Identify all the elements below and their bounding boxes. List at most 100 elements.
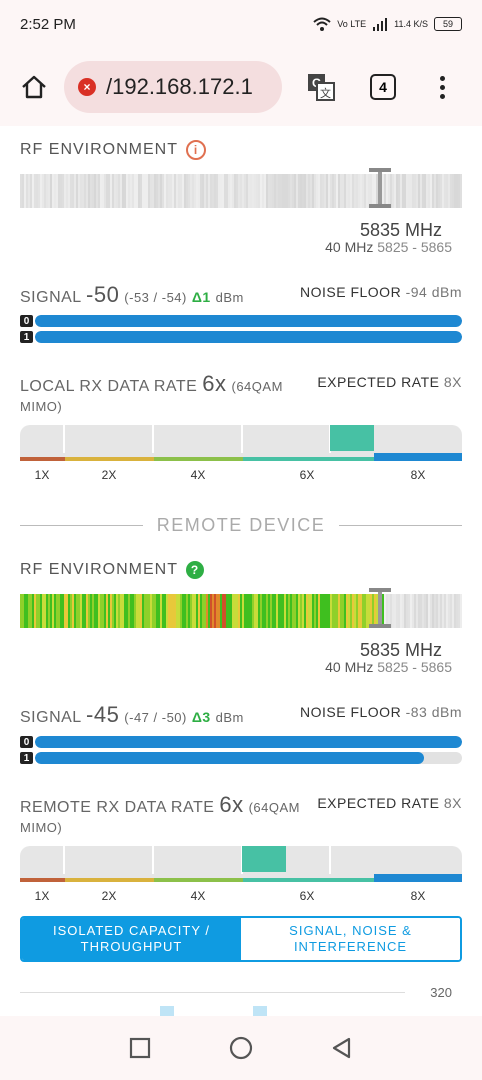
spectrum-stripe — [226, 594, 228, 628]
home-circle-icon[interactable] — [229, 1036, 253, 1060]
rate-underline-2x — [65, 878, 154, 882]
overflow-menu-icon[interactable] — [432, 75, 452, 99]
spectrum-stripe — [356, 174, 358, 208]
spectrum-stripe — [254, 174, 256, 208]
spectrum-stripe — [418, 174, 420, 208]
spectrum-stripe — [420, 174, 422, 208]
spectrum-stripe — [196, 594, 198, 628]
remote-frequency-marker — [369, 588, 391, 628]
back-icon[interactable] — [331, 1037, 353, 1059]
spectrum-stripe — [184, 174, 186, 208]
rate-seg-2x — [65, 846, 154, 874]
spectrum-stripe — [194, 174, 196, 208]
spectrum-stripe — [306, 174, 308, 208]
spectrum-stripe — [284, 594, 286, 628]
spectrum-stripe — [330, 594, 332, 628]
remote-frequency: 5835 MHz — [359, 640, 442, 660]
spectrum-stripe — [366, 594, 368, 628]
local-chain-0: 0 — [20, 315, 462, 327]
spectrum-stripe — [300, 594, 302, 628]
help-icon[interactable]: ? — [186, 561, 204, 579]
remote-noise-label: NOISE FLOOR — [300, 704, 402, 720]
spectrum-stripe — [114, 174, 116, 208]
spectrum-stripe — [154, 594, 156, 628]
spectrum-stripe — [134, 174, 136, 208]
spectrum-stripe — [210, 594, 212, 628]
spectrum-stripe — [450, 594, 452, 628]
spectrum-stripe — [130, 594, 132, 628]
translate-button[interactable]: G文 — [304, 70, 338, 104]
spectrum-stripe — [48, 594, 50, 628]
spectrum-stripe — [278, 174, 280, 208]
spectrum-stripe — [22, 174, 24, 208]
spectrum-stripe — [310, 174, 312, 208]
spectrum-stripe — [80, 594, 82, 628]
spectrum-stripe — [294, 594, 296, 628]
spectrum-stripe — [438, 174, 440, 208]
status-time: 2:52 PM — [20, 15, 76, 33]
spectrum-stripe — [44, 174, 46, 208]
spectrum-stripe — [272, 174, 274, 208]
spectrum-stripe — [222, 594, 224, 628]
spectrum-stripe — [202, 594, 204, 628]
tab-switcher-button[interactable]: 4 — [370, 74, 396, 100]
signal-noise-tab[interactable]: SIGNAL, NOISE & INTERFERENCE — [241, 918, 460, 960]
spectrum-stripe — [316, 594, 318, 628]
spectrum-stripe — [134, 594, 136, 628]
spectrum-stripe — [20, 594, 22, 628]
remote-channel-range: 5825 - 5865 — [377, 659, 452, 675]
spectrum-stripe — [370, 594, 372, 628]
spectrum-stripe — [224, 594, 226, 628]
spectrum-stripe — [328, 594, 330, 628]
spectrum-stripe — [102, 174, 104, 208]
spectrum-stripe — [408, 174, 410, 208]
spectrum-stripe — [308, 174, 310, 208]
spectrum-stripe — [392, 594, 394, 628]
spectrum-stripe — [216, 594, 218, 628]
spectrum-stripe — [182, 594, 184, 628]
spectrum-stripe — [274, 174, 276, 208]
spectrum-stripe — [432, 174, 434, 208]
page-content[interactable]: RF ENVIRONMENT i 5835 MHz 40 MHz 5825 - … — [0, 126, 482, 1016]
spectrum-stripe — [348, 174, 350, 208]
local-expected-label: EXPECTED RATE — [317, 374, 440, 390]
spectrum-stripe — [234, 594, 236, 628]
spectrum-stripe — [114, 594, 116, 628]
isolated-capacity-tab[interactable]: ISOLATED CAPACITY / THROUGHPUT — [22, 918, 241, 960]
info-icon[interactable]: i — [186, 140, 206, 160]
spectrum-stripe — [446, 594, 448, 628]
spectrum-stripe — [74, 594, 76, 628]
spectrum-stripe — [248, 594, 250, 628]
chart-bar — [253, 1006, 267, 1016]
spectrum-stripe — [30, 174, 32, 208]
spectrum-stripe — [292, 594, 294, 628]
spectrum-stripe — [56, 594, 58, 628]
spectrum-stripe — [48, 174, 50, 208]
spectrum-stripe — [88, 174, 90, 208]
spectrum-stripe — [162, 174, 164, 208]
recents-icon[interactable] — [129, 1037, 151, 1059]
spectrum-stripe — [40, 174, 42, 208]
spectrum-stripe — [256, 594, 258, 628]
spectrum-stripe — [282, 594, 284, 628]
address-bar[interactable]: × /192.168.172.1 — [64, 61, 282, 113]
spectrum-stripe — [198, 174, 200, 208]
spectrum-stripe — [394, 594, 396, 628]
chart-axis-value: 320 — [430, 985, 452, 1000]
not-secure-icon[interactable]: × — [78, 78, 96, 96]
spectrum-stripe — [40, 594, 42, 628]
spectrum-stripe — [160, 174, 162, 208]
spectrum-stripe — [448, 174, 450, 208]
rate-label-4x: 4X — [190, 468, 206, 482]
spectrum-stripe — [144, 594, 146, 628]
spectrum-stripe — [208, 594, 210, 628]
spectrum-stripe — [62, 174, 64, 208]
spectrum-stripe — [182, 174, 184, 208]
spectrum-stripe — [402, 594, 404, 628]
local-rf-title-text: RF ENVIRONMENT — [20, 141, 178, 158]
svg-text:文: 文 — [320, 86, 331, 100]
home-button[interactable] — [14, 67, 54, 107]
spectrum-stripe — [252, 594, 254, 628]
chart-gridline — [20, 992, 405, 993]
spectrum-stripe — [390, 174, 392, 208]
